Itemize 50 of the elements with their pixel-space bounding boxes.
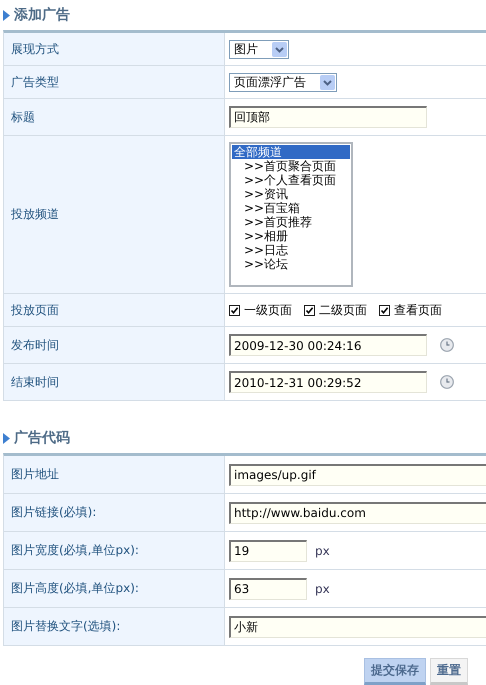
clock-icon[interactable] bbox=[440, 375, 454, 389]
clock-icon[interactable] bbox=[440, 338, 454, 352]
field-label: 标题 bbox=[11, 108, 35, 126]
text-field[interactable]: images/up.gif bbox=[229, 464, 486, 486]
checkbox[interactable]: 一级页面 bbox=[229, 302, 292, 318]
list-option[interactable]: >>百宝箱 bbox=[242, 201, 350, 215]
field-label: 图片高度(必填,单位px): bbox=[11, 580, 139, 597]
checkbox-icon[interactable] bbox=[379, 304, 390, 316]
list-option[interactable]: >>资讯 bbox=[242, 187, 350, 201]
field-label: 图片宽度(必填,单位px): bbox=[11, 542, 139, 559]
list-option[interactable]: >>个人查看页面 bbox=[242, 173, 350, 187]
field-label: 广告类型 bbox=[11, 74, 59, 90]
caret-icon bbox=[272, 42, 287, 56]
submit-button[interactable]: 提交保存 bbox=[364, 658, 426, 685]
list-option[interactable]: >>日志 bbox=[242, 243, 350, 257]
date-field[interactable]: 2009-12-30 00:24:16 bbox=[229, 334, 427, 356]
unit-label: px bbox=[315, 544, 330, 558]
date-field[interactable]: 2010-12-31 00:29:52 bbox=[229, 371, 427, 393]
field-label: 结束时间 bbox=[11, 374, 59, 390]
checkbox-icon[interactable] bbox=[304, 304, 315, 316]
field-label: 投放频道 bbox=[11, 206, 59, 223]
section-title: 广告代码 bbox=[14, 429, 70, 447]
triangle-icon bbox=[3, 432, 10, 444]
unit-label: px bbox=[315, 582, 330, 596]
text-field[interactable]: http://www.baidu.com bbox=[229, 502, 486, 524]
field-label: 展现方式 bbox=[11, 40, 59, 58]
dropdown[interactable]: 图片 bbox=[229, 40, 289, 58]
section-title: 添加广告 bbox=[14, 6, 70, 24]
checkbox-icon[interactable] bbox=[229, 304, 240, 316]
caret-icon bbox=[320, 74, 335, 90]
text-field[interactable]: 小新 bbox=[229, 616, 486, 638]
list-option[interactable]: 全部频道 bbox=[232, 145, 350, 159]
reset-button[interactable]: 重置 bbox=[430, 658, 468, 685]
channel-listbox[interactable]: 全部频道 >>首页聚合页面 >>个人查看页面 >>资讯 >>百宝箱 >>首页推荐 >>相册 >>日志 >>论坛 bbox=[229, 142, 353, 287]
checkbox[interactable]: 二级页面 bbox=[304, 302, 367, 318]
checkbox[interactable]: 查看页面 bbox=[379, 302, 442, 318]
list-option[interactable]: >>相册 bbox=[242, 229, 350, 243]
field-label: 图片地址 bbox=[11, 466, 59, 483]
field-label: 投放页面 bbox=[11, 302, 59, 318]
list-option[interactable]: >>首页聚合页面 bbox=[242, 159, 350, 173]
field-label: 图片替换文字(选填): bbox=[11, 618, 120, 635]
field-label: 图片链接(必填): bbox=[11, 504, 96, 521]
number-field[interactable]: 63 bbox=[229, 578, 307, 600]
list-option[interactable]: >>论坛 bbox=[242, 257, 350, 271]
triangle-icon bbox=[3, 10, 10, 20]
dropdown[interactable]: 页面漂浮广告 bbox=[229, 72, 337, 92]
text-field[interactable]: 回顶部 bbox=[229, 106, 427, 128]
list-option[interactable]: >>首页推荐 bbox=[242, 215, 350, 229]
field-label: 发布时间 bbox=[11, 336, 59, 354]
number-field[interactable]: 19 bbox=[229, 540, 307, 562]
